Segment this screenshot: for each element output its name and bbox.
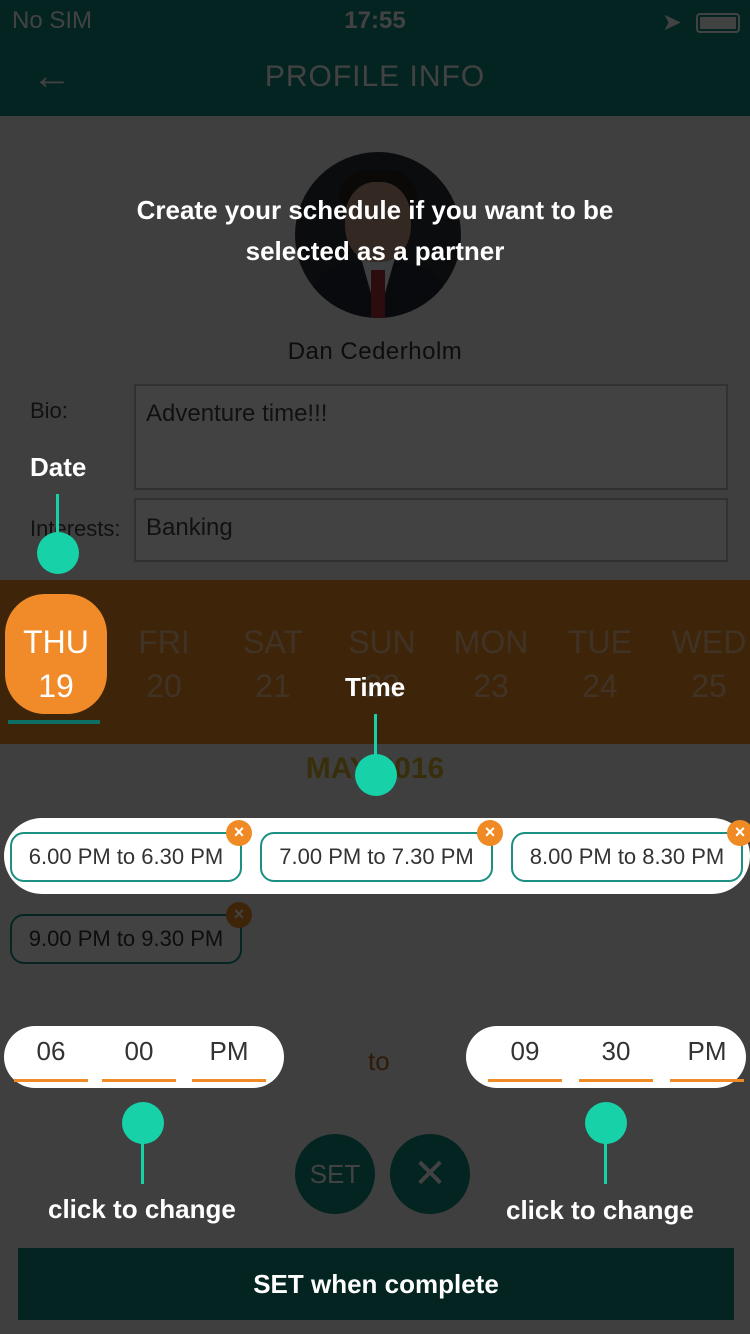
day-sat[interactable]: SAT 21 (218, 620, 328, 708)
coach-time-label: Time (345, 672, 406, 702)
close-icon[interactable]: ✕ (390, 1134, 470, 1214)
time-slot-label: 6.00 PM to 6.30 PM (28, 844, 224, 869)
remove-slot-icon[interactable]: × (727, 820, 750, 846)
coach-click-left: click to change (48, 1194, 236, 1224)
to-label: to (368, 1046, 390, 1076)
from-minute-field[interactable]: 00 (102, 1036, 176, 1082)
time-slot[interactable]: 9.00 PM to 9.30 PM × (10, 902, 252, 964)
coach-set-complete: SET when complete (253, 1269, 499, 1299)
nav-bar: ← PROFILE INFO (0, 40, 750, 116)
time-slot-label: 7.00 PM to 7.30 PM (279, 844, 474, 869)
to-hour-field[interactable]: 09 (488, 1036, 562, 1082)
bio-field[interactable]: Adventure time!!! (134, 384, 728, 490)
day-tue[interactable]: TUE 24 (545, 620, 655, 708)
remove-slot-icon[interactable]: × (477, 820, 503, 846)
time-slot-label: 8.00 PM to 8.30 PM (529, 844, 725, 869)
coach-date-label: Date (30, 452, 87, 482)
coach-intro-text: Create your schedule if you want to be s… (136, 195, 614, 266)
location-icon: ➤ (661, 9, 682, 36)
time-slot[interactable]: 7.00 PM to 7.30 PM × (260, 820, 503, 882)
selected-day-underline-hl (8, 720, 100, 724)
day-fri[interactable]: FRI 20 (109, 620, 219, 708)
remove-slot-icon[interactable]: × (226, 902, 252, 928)
from-hour-field[interactable]: 06 (14, 1036, 88, 1082)
to-ampm-field[interactable]: PM (670, 1036, 744, 1082)
day-thu-selected[interactable]: THU 19 (5, 594, 107, 714)
day-wed[interactable]: WED 25 (654, 620, 750, 708)
status-bar: No SIM 17:55 ➤ (0, 0, 750, 40)
time-slot-label: 9.00 PM to 9.30 PM (28, 926, 224, 951)
coach-click-right: click to change (506, 1195, 694, 1225)
battery-icon (696, 12, 740, 33)
interests-field[interactable]: Banking (134, 498, 728, 562)
page-title: PROFILE INFO (264, 60, 486, 93)
from-ampm-field[interactable]: PM (192, 1036, 266, 1082)
bio-label: Bio: (30, 398, 68, 423)
clock: 17:55 (344, 7, 406, 34)
to-minute-field[interactable]: 30 (579, 1036, 653, 1082)
time-from-picker: 06 00 PM (4, 1026, 284, 1088)
time-slot[interactable]: 6.00 PM to 6.30 PM × (10, 820, 252, 882)
time-slot[interactable]: 8.00 PM to 8.30 PM × (511, 820, 750, 882)
time-to-picker: 09 30 PM (466, 1026, 746, 1088)
profile-name: Dan Cederholm (287, 338, 463, 365)
remove-slot-icon[interactable]: × (226, 820, 252, 846)
day-mon[interactable]: MON 23 (436, 620, 546, 708)
set-button[interactable]: SET (295, 1134, 375, 1214)
